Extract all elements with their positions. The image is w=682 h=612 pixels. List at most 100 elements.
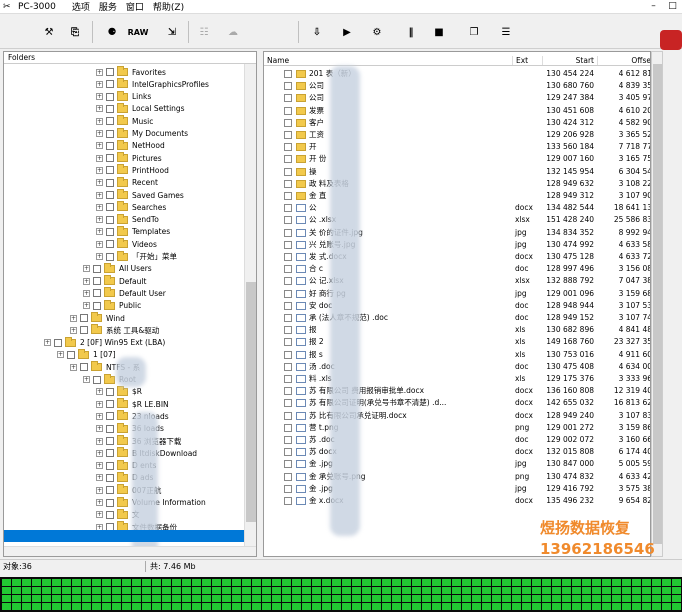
file-row[interactable]: 公司 129 247 384 3 405 97	[264, 92, 650, 104]
row-checkbox[interactable]	[284, 289, 292, 298]
tree-checkbox[interactable]	[80, 326, 88, 335]
tree-checkbox[interactable]	[80, 363, 88, 372]
file-row[interactable]: 客户 130 424 312 4 582 90	[264, 117, 650, 129]
file-row[interactable]: 金 .jpg jpg 129 416 792 3 575 38	[264, 483, 650, 495]
menu-window[interactable]: 窗口	[126, 0, 144, 13]
row-checkbox[interactable]	[284, 179, 292, 188]
tools-icon[interactable]: ⚒	[40, 23, 58, 41]
tree-item[interactable]: + Recent	[96, 176, 158, 189]
tree-item[interactable]: + SendTo	[96, 213, 159, 226]
tree-checkbox[interactable]	[106, 400, 114, 409]
file-row[interactable]: 201 表（新）130 454 2244 612 81	[264, 68, 650, 80]
file-row[interactable]: 好 商行 pg jpg 129 001 096 3 159 68	[264, 288, 650, 300]
menu-help[interactable]: 帮助(Z)	[153, 0, 184, 13]
column-start[interactable]: Start	[543, 56, 598, 65]
tree-checkbox[interactable]	[93, 289, 101, 298]
expand-icon[interactable]: +	[96, 388, 103, 396]
file-row[interactable]: 发 式.docx docx 130 475 128 4 633 72	[264, 251, 650, 263]
tree-checkbox[interactable]	[80, 314, 88, 322]
file-row[interactable]: 公 docx 134 482 544 18 641 13	[264, 202, 650, 214]
file-row[interactable]: 报 xls 130 682 896 4 841 48	[264, 324, 650, 336]
expand-icon[interactable]: +	[96, 499, 103, 506]
tree-item[interactable]: + Local Settings	[96, 102, 185, 115]
network-icon[interactable]: ☁	[222, 23, 244, 41]
expand-icon[interactable]: +	[83, 289, 90, 297]
row-checkbox[interactable]	[284, 484, 292, 493]
tree-checkbox[interactable]	[106, 203, 114, 212]
clipboard-icon[interactable]: ⎘	[66, 23, 84, 41]
tree-checkbox[interactable]	[106, 141, 114, 150]
file-row[interactable]: 金 .jpg jpg 130 847 000 5 005 59	[264, 458, 650, 470]
row-checkbox[interactable]	[284, 204, 292, 213]
expand-icon[interactable]: +	[96, 142, 103, 150]
save-icon[interactable]: ⇩	[308, 23, 326, 41]
expand-icon[interactable]: +	[96, 179, 103, 187]
tree-item[interactable]: + Saved Games	[96, 189, 184, 201]
row-checkbox[interactable]	[284, 155, 292, 164]
tree-item[interactable]: + Public	[83, 299, 141, 312]
file-row[interactable]: 开 133 560 184 7 718 77	[264, 141, 650, 153]
row-checkbox[interactable]	[284, 167, 292, 176]
tree-item[interactable]: + Wind	[70, 312, 125, 324]
expand-icon[interactable]: +	[96, 449, 103, 457]
tree-checkbox[interactable]	[106, 178, 114, 187]
row-checkbox[interactable]	[284, 399, 292, 408]
expand-icon[interactable]: +	[96, 191, 103, 199]
file-row[interactable]: 公 .xlsx xlsx 151 428 240 25 586 83	[264, 214, 650, 226]
expand-icon[interactable]: +	[83, 302, 90, 310]
tree-item[interactable]: + Default	[83, 275, 146, 287]
tree-checkbox[interactable]	[106, 166, 114, 175]
expand-icon[interactable]: +	[96, 425, 103, 433]
expand-icon[interactable]: +	[70, 326, 77, 334]
row-checkbox[interactable]	[284, 375, 292, 383]
row-checkbox[interactable]	[284, 240, 292, 249]
tree-item[interactable]: + $R	[96, 385, 142, 398]
row-checkbox[interactable]	[284, 362, 292, 371]
tree-checkbox[interactable]	[106, 154, 114, 163]
selected-tree-row[interactable]	[4, 530, 244, 542]
tree-item[interactable]: + Links	[96, 90, 151, 103]
tree-checkbox[interactable]	[106, 92, 114, 101]
expand-icon[interactable]: +	[96, 437, 103, 445]
tree-item[interactable]: + NetHood	[96, 139, 165, 152]
tree-item[interactable]: + PrintHood	[96, 164, 169, 176]
raw-button[interactable]: RAW	[124, 23, 152, 41]
tree-item[interactable]: + 「开始」菜单	[96, 250, 177, 263]
binoculars-icon[interactable]: ⚈	[103, 23, 121, 41]
row-checkbox[interactable]	[284, 70, 292, 78]
tree-checkbox[interactable]	[106, 252, 114, 261]
expand-icon[interactable]: +	[96, 105, 103, 113]
row-checkbox[interactable]	[284, 411, 292, 420]
tree-checkbox[interactable]	[106, 461, 114, 470]
file-row[interactable]: 报 2 xls 149 168 760 23 327 35	[264, 336, 650, 348]
file-row[interactable]: 公司 130 680 760 4 839 35	[264, 80, 650, 92]
tree-checkbox[interactable]	[106, 68, 114, 76]
file-row[interactable]: 苏 有限公司证明(承兑号书章不清楚) .d... docx 142 655 032 1…	[264, 397, 650, 409]
row-checkbox[interactable]	[284, 82, 292, 91]
tree-checkbox[interactable]	[106, 227, 114, 236]
row-checkbox[interactable]	[284, 448, 292, 457]
row-checkbox[interactable]	[284, 131, 292, 139]
tree-item[interactable]: + Pictures	[96, 152, 162, 164]
file-row[interactable]: 报 s xls 130 753 016 4 911 60	[264, 349, 650, 361]
file-row[interactable]: 承 (法人章不规范) .docdoc128 949 1523 107 74	[264, 312, 650, 324]
expand-icon[interactable]: +	[83, 277, 90, 285]
expand-icon[interactable]: +	[96, 93, 103, 101]
menu-services[interactable]: 服务	[99, 0, 117, 13]
expand-icon[interactable]: +	[70, 363, 77, 371]
copy-icon[interactable]: ❐	[465, 23, 483, 41]
tree-item[interactable]: + All Users	[83, 262, 152, 275]
minimize-icon[interactable]: –	[644, 0, 663, 13]
expand-icon[interactable]: +	[96, 203, 103, 211]
stop-icon[interactable]: ■	[432, 23, 446, 41]
menu-options[interactable]: 选项	[72, 0, 90, 13]
tree-item[interactable]: + 系统 工具&驱动	[70, 324, 159, 336]
tree-checkbox[interactable]	[106, 129, 114, 138]
tree-checkbox[interactable]	[54, 338, 62, 347]
tree-checkbox[interactable]	[106, 387, 114, 396]
tree-checkbox[interactable]	[106, 437, 114, 445]
row-checkbox[interactable]	[284, 301, 292, 310]
tree-checkbox[interactable]	[106, 117, 114, 126]
tree-item[interactable]: +1 [07]	[57, 348, 116, 361]
tree-checkbox[interactable]	[93, 277, 101, 286]
